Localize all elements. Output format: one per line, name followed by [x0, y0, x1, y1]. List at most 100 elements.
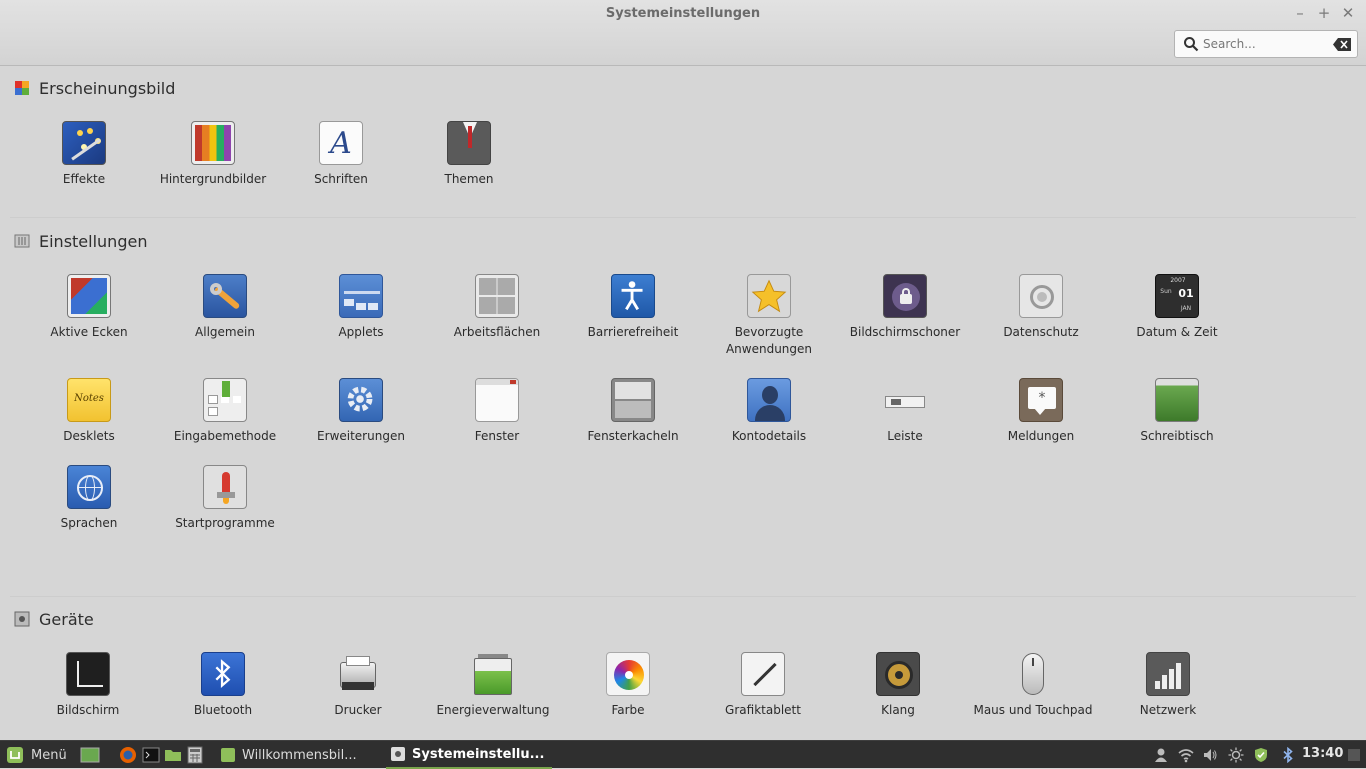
- show-desktop-icon[interactable]: [80, 746, 100, 764]
- files-folder-icon[interactable]: [164, 746, 182, 764]
- wrench-icon: [203, 274, 247, 318]
- item-effekte[interactable]: Effekte: [16, 121, 152, 188]
- item-label: Allgemein: [195, 325, 255, 339]
- item-netzwerk[interactable]: Netzwerk: [1100, 652, 1236, 719]
- section-header-hardware: Geräte: [14, 608, 94, 630]
- item-schriften[interactable]: A Schriften: [273, 121, 409, 188]
- clock[interactable]: 13:40: [1302, 746, 1343, 761]
- preferences-section-icon: [14, 234, 30, 248]
- item-allgemein[interactable]: Allgemein: [157, 274, 293, 341]
- preferred-apps-star-icon: [747, 274, 791, 318]
- item-maus-touchpad[interactable]: Maus und Touchpad: [965, 652, 1101, 719]
- item-drucker[interactable]: Drucker: [290, 652, 426, 719]
- section-header-preferences: Einstellungen: [14, 230, 147, 252]
- item-fensterkacheln[interactable]: Fensterkacheln: [565, 378, 701, 445]
- item-label: Erweiterungen: [317, 429, 405, 443]
- show-desktop-corner-icon[interactable]: [1346, 747, 1362, 763]
- item-farbe[interactable]: Farbe: [560, 652, 696, 719]
- languages-globe-icon: [67, 465, 111, 509]
- item-erweiterungen[interactable]: Erweiterungen: [293, 378, 429, 445]
- item-kontodetails[interactable]: Kontodetails: [701, 378, 837, 445]
- item-aktive-ecken[interactable]: Aktive Ecken: [21, 274, 157, 341]
- section-title: Erscheinungsbild: [39, 78, 176, 98]
- minimize-button[interactable]: –: [1291, 4, 1309, 22]
- item-label: Meldungen: [1007, 429, 1075, 443]
- title-bar[interactable]: Systemeinstellungen – + ✕: [0, 0, 1366, 66]
- panel-icon: [883, 378, 927, 422]
- item-label: Fensterkacheln: [587, 429, 679, 443]
- item-datenschutz[interactable]: Datenschutz: [973, 274, 1109, 341]
- item-bevorzugte-anwendungen[interactable]: Bevorzugte Anwendungen: [701, 274, 837, 358]
- wifi-icon[interactable]: [1178, 747, 1194, 763]
- section-header-appearance: Erscheinungsbild: [14, 77, 175, 99]
- item-label: Desklets: [63, 429, 115, 443]
- user-icon[interactable]: [1153, 747, 1169, 763]
- item-hintergrundbilder[interactable]: Hintergrundbilder: [145, 121, 281, 188]
- search-box[interactable]: [1174, 30, 1358, 58]
- item-startprogramme[interactable]: Startprogramme: [157, 465, 293, 532]
- item-label: Barrierefreiheit: [587, 325, 679, 339]
- item-label: Startprogramme: [175, 516, 275, 530]
- update-shield-icon[interactable]: [1253, 747, 1269, 763]
- fonts-glyph: A: [330, 126, 352, 161]
- calculator-icon[interactable]: [186, 746, 204, 764]
- item-meldungen[interactable]: * Meldungen: [973, 378, 1109, 445]
- clear-search-icon[interactable]: [1333, 38, 1351, 51]
- gear-icon: [347, 386, 373, 412]
- terminal-icon[interactable]: [142, 746, 160, 764]
- item-bildschirmschoner[interactable]: Bildschirmschoner: [837, 274, 973, 341]
- item-label: Bildschirm: [56, 703, 120, 717]
- item-label: Bevorzugte Anwendungen: [725, 325, 813, 356]
- task-systemeinstellungen[interactable]: Systemeinstellu...: [386, 741, 552, 769]
- settings-window: Systemeinstellungen – + ✕ Erscheinungsbi…: [0, 0, 1366, 740]
- close-button[interactable]: ✕: [1339, 4, 1357, 22]
- account-user-icon: [747, 378, 791, 422]
- item-label: Schreibtisch: [1140, 429, 1214, 443]
- item-themen[interactable]: Themen: [401, 121, 537, 188]
- mouse-icon: [1011, 652, 1055, 696]
- item-label: Applets: [338, 325, 384, 339]
- search-icon: [1184, 37, 1199, 52]
- item-bildschirm[interactable]: Bildschirm: [20, 652, 156, 719]
- item-datum-zeit[interactable]: 2007 Sun 01 JAN Datum & Zeit: [1109, 274, 1245, 341]
- item-label: Energieverwaltung: [436, 703, 550, 717]
- item-barrierefreiheit[interactable]: Barrierefreiheit: [565, 274, 701, 341]
- hot-corners-icon: [67, 274, 111, 318]
- search-input[interactable]: [1203, 35, 1327, 53]
- item-label: Bluetooth: [193, 703, 253, 717]
- item-label: Maus und Touchpad: [973, 703, 1093, 717]
- themes-suit-icon: [447, 121, 491, 165]
- item-energieverwaltung[interactable]: Energieverwaltung: [425, 652, 561, 719]
- item-applets[interactable]: Applets: [293, 274, 429, 341]
- window-title: Systemeinstellungen: [605, 6, 761, 21]
- item-klang[interactable]: Klang: [830, 652, 966, 719]
- window-tiling-icon: [611, 378, 655, 422]
- sound-speaker-icon: [876, 652, 920, 696]
- screensaver-lock-icon: [883, 274, 927, 318]
- firefox-icon[interactable]: [119, 746, 137, 764]
- bluetooth-icon: [201, 652, 245, 696]
- brightness-icon[interactable]: [1228, 747, 1244, 763]
- item-leiste[interactable]: Leiste: [837, 378, 973, 445]
- bluetooth-tray-icon[interactable]: [1280, 747, 1296, 763]
- item-eingabemethode[interactable]: Eingabemethode: [157, 378, 293, 445]
- desktop-icon: [1155, 378, 1199, 422]
- item-desklets[interactable]: Notes Desklets: [21, 378, 157, 445]
- item-fenster[interactable]: Fenster: [429, 378, 565, 445]
- item-sprachen[interactable]: Sprachen: [21, 465, 157, 532]
- volume-icon[interactable]: [1202, 747, 1218, 763]
- task-label: Systemeinstellu...: [412, 746, 545, 762]
- item-label: Hintergrundbilder: [159, 172, 267, 186]
- item-arbeitsflaechen[interactable]: Arbeitsflächen: [429, 274, 565, 341]
- task-willkommensbildschirm[interactable]: Willkommensbil...: [216, 741, 384, 769]
- item-grafiktablett[interactable]: Grafiktablett: [695, 652, 831, 719]
- menu-button[interactable]: Menü: [6, 741, 67, 769]
- maximize-button[interactable]: +: [1315, 4, 1333, 22]
- item-schreibtisch[interactable]: Schreibtisch: [1109, 378, 1245, 445]
- accessibility-icon: [611, 274, 655, 318]
- section-divider: [10, 596, 1356, 597]
- section-divider: [10, 217, 1356, 218]
- item-label: Aktive Ecken: [50, 325, 128, 339]
- item-bluetooth[interactable]: Bluetooth: [155, 652, 291, 719]
- desklets-notes-icon: Notes: [67, 378, 111, 422]
